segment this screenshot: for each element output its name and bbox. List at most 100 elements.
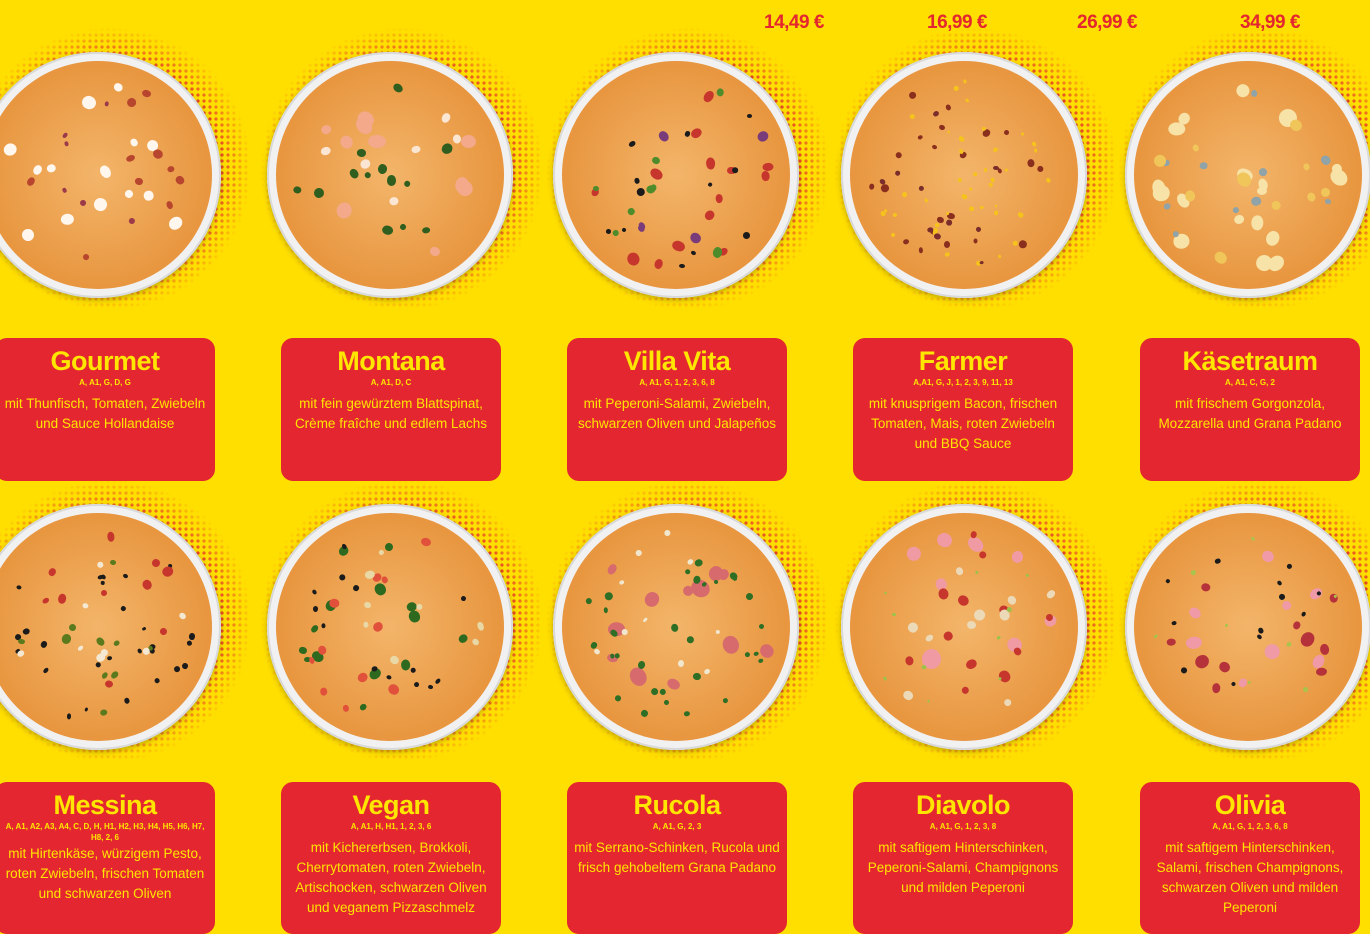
topping: [1199, 161, 1208, 170]
topping: [1018, 239, 1028, 249]
pizza-description: mit Kichererbsen, Brokkoli, Cherrytomate…: [295, 840, 487, 915]
topping: [403, 180, 411, 189]
topping: [904, 655, 914, 667]
topping: [966, 619, 977, 630]
pizza-image[interactable]: [1125, 52, 1370, 298]
topping: [358, 157, 372, 170]
topping: [713, 579, 719, 586]
topping: [16, 584, 22, 590]
pizza-image[interactable]: [841, 52, 1087, 298]
topping: [141, 578, 154, 591]
topping: [129, 137, 140, 149]
topping: [917, 185, 925, 192]
topping: [341, 704, 350, 713]
topping: [452, 134, 462, 145]
topping: [721, 697, 729, 705]
topping: [715, 194, 723, 204]
topping: [1318, 643, 1330, 656]
topping: [756, 128, 771, 144]
topping: [124, 153, 136, 163]
topping: [319, 123, 333, 136]
topping: [1259, 548, 1276, 565]
pizza-card-k-setraum[interactable]: Käsetraum A, A1, C, G, 2 mit frischem Gorg…: [1140, 338, 1360, 481]
topping: [678, 659, 685, 668]
topping: [651, 155, 662, 166]
pizza-description: mit saftigem Hinterschinken, Salami, fri…: [1156, 840, 1344, 915]
topping: [471, 637, 481, 647]
topping: [627, 139, 636, 148]
pizza-card-rucola[interactable]: Rucola A, A1, G, 2, 3 mit Serrano-Schinken…: [567, 782, 787, 934]
topping: [963, 79, 967, 84]
pizza-image[interactable]: [553, 504, 799, 750]
pizza-card-olivia[interactable]: Olivia A, A1, G, 1, 2, 3, 6, 8 mit saftige…: [1140, 782, 1360, 934]
topping: [1162, 202, 1172, 212]
topping: [386, 674, 393, 680]
topping: [902, 237, 910, 245]
topping: [1232, 213, 1246, 226]
pizza-image[interactable]: [267, 52, 513, 298]
pizza-card-villa-vita[interactable]: Villa Vita A, A1, G, 1, 2, 3, 6, 8 mit Pep…: [567, 338, 787, 481]
pizza-image[interactable]: [1125, 504, 1370, 750]
pizza-name: Gourmet: [50, 346, 160, 376]
pizza-name: Käsetraum: [1182, 346, 1318, 376]
topping: [716, 88, 724, 97]
topping: [456, 632, 470, 645]
topping: [334, 200, 354, 221]
topping: [413, 680, 421, 688]
pizza-card-diavolo[interactable]: Diavolo A, A1, G, 1, 2, 3, 8 mit saftigem …: [853, 782, 1073, 934]
pizza-card-gourmet[interactable]: Gourmet A, A1, G, D, G mit Thunfisch, Toma…: [0, 338, 215, 481]
topping: [642, 589, 663, 610]
topping: [1277, 592, 1287, 602]
topping: [57, 593, 68, 605]
topping: [100, 589, 108, 597]
pizza-description: mit frischem Gorgonzola, Mozzarella und …: [1158, 396, 1342, 431]
topping: [1250, 89, 1258, 98]
topping: [77, 644, 85, 652]
pizza-card-vegan[interactable]: Vegan A, A1, H, H1, 1, 2, 3, 6 mit Kichere…: [281, 782, 501, 934]
topping: [338, 133, 355, 151]
topping: [120, 604, 127, 612]
topping: [634, 186, 646, 198]
topping: [25, 176, 37, 188]
pizza-crust: [0, 61, 212, 289]
topping: [684, 569, 691, 575]
topping: [47, 566, 58, 578]
topping: [895, 150, 904, 160]
pizza-image[interactable]: [553, 52, 799, 298]
topping: [173, 174, 186, 186]
topping: [900, 190, 908, 198]
topping: [128, 216, 137, 225]
topping: [172, 664, 182, 674]
pizza-card-farmer[interactable]: Farmer A,A1, G, J, 1, 2, 3, 9, 11, 13 mit …: [853, 338, 1073, 481]
topping: [362, 600, 372, 610]
pizza-image[interactable]: [841, 504, 1087, 750]
topping: [892, 212, 898, 218]
pizza-crust: [276, 513, 504, 741]
topping: [338, 573, 347, 582]
topping: [890, 231, 897, 238]
topping: [1171, 620, 1177, 626]
topping: [1237, 676, 1249, 689]
topping: [931, 144, 938, 151]
allergen-codes: A, A1, G, D, G: [79, 378, 131, 387]
topping: [1031, 141, 1037, 148]
topping: [934, 222, 940, 228]
topping: [880, 210, 887, 216]
allergen-codes: A, A1, G, 2, 3: [652, 822, 702, 831]
topping: [460, 595, 467, 602]
topping: [901, 688, 916, 703]
topping: [956, 593, 972, 608]
topping: [166, 164, 176, 173]
pizza-crust: [562, 513, 790, 741]
pizza-card-messina[interactable]: Messina A, A1, A2, A3, A4, C, D, H, H1, H…: [0, 782, 215, 934]
topping: [94, 635, 106, 647]
topping: [348, 167, 361, 181]
topping: [947, 129, 951, 134]
topping: [377, 163, 388, 175]
topping: [123, 696, 131, 704]
pizza-card-montana[interactable]: Montana A, A1, D, C mit fein gewürztem Bla…: [281, 338, 501, 481]
topping: [891, 612, 896, 617]
pizza-image[interactable]: [267, 504, 513, 750]
topping: [944, 103, 953, 112]
topping: [1034, 148, 1038, 153]
